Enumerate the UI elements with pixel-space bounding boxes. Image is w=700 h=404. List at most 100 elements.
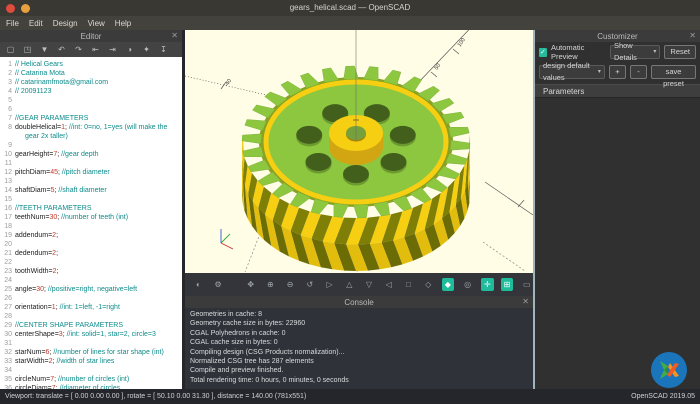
view-left-icon[interactable]: ◁	[382, 278, 395, 291]
view-right-icon[interactable]: ▷	[323, 278, 336, 291]
console-line: Compiling design (CSG Products normaliza…	[190, 348, 528, 357]
editor-panel-header[interactable]: Editor ✕	[0, 30, 182, 42]
show-scale-markers-icon[interactable]: ⊞	[501, 278, 514, 291]
code-line: 21dedendum=2;	[0, 249, 182, 258]
line-number: 18	[0, 222, 15, 231]
view-front-icon[interactable]: □	[402, 278, 415, 291]
svg-text:100: 100	[457, 37, 467, 48]
unindent-icon[interactable]: ⇤	[89, 44, 102, 56]
console-line: CGAL Polyhedrons in cache: 0	[190, 329, 528, 338]
view-diagonal-icon[interactable]: ◆	[442, 278, 455, 291]
export-stl-icon[interactable]: ↧	[157, 44, 170, 56]
menu-edit[interactable]: Edit	[29, 19, 43, 28]
automatic-preview-checkbox[interactable]: ✓	[539, 48, 547, 57]
viewport-toolbar: ◐ ⚙ ✥ ⊕ ⊖ ↺ ▷ △ ▽ ◁ □ ◇ ◆ ◎ ✛ ⊞ ▭	[185, 273, 533, 296]
render-icon[interactable]: ✦	[140, 44, 153, 56]
line-number: 29	[0, 321, 15, 330]
code-editor[interactable]: 1// Helical Gears2// Catarina Mota3// ca…	[0, 57, 182, 389]
code-line: 28	[0, 312, 182, 321]
render-icon[interactable]: ⚙	[212, 278, 225, 291]
line-number: 4	[0, 87, 15, 96]
line-number: 23	[0, 267, 15, 276]
chevron-down-icon: ▾	[598, 66, 601, 78]
line-number: 22	[0, 258, 15, 267]
indent-icon[interactable]: ⇥	[106, 44, 119, 56]
preview-icon[interactable]: ◐	[192, 278, 205, 291]
editor-panel: Editor ✕ ▢ ◳ ▼ ↶ ↷ ⇤ ⇥ ◑ ✦ ↧ 1// Helical Gears2//…	[0, 30, 185, 389]
open-file-icon[interactable]: ◳	[21, 44, 34, 56]
details-dropdown[interactable]: Show Details ▾	[610, 45, 660, 59]
line-number: 35	[0, 375, 15, 384]
line-number: 7	[0, 114, 15, 123]
line-number: 15	[0, 195, 15, 204]
code-line: 4// 20091123	[0, 87, 182, 96]
code-line: 13	[0, 177, 182, 186]
line-number: 20	[0, 240, 15, 249]
menu-file[interactable]: File	[6, 19, 19, 28]
new-file-icon[interactable]: ▢	[4, 44, 17, 56]
code-line: 7//GEAR PARAMETERS	[0, 114, 182, 123]
save-icon[interactable]: ▼	[38, 44, 51, 56]
editor-toolbar: ▢ ◳ ▼ ↶ ↷ ⇤ ⇥ ◑ ✦ ↧	[0, 42, 182, 57]
menu-help[interactable]: Help	[115, 19, 131, 28]
zoom-in-icon[interactable]: ⊕	[264, 278, 277, 291]
preset-dropdown[interactable]: design default values ▾	[539, 65, 605, 79]
customizer-panel-header[interactable]: Customizer ✕	[535, 30, 700, 42]
line-number: 3	[0, 78, 15, 87]
save-preset-button[interactable]: save preset	[651, 65, 696, 79]
code-line: 29//CENTER SHAPE PARAMETERS	[0, 321, 182, 330]
line-number: 11	[0, 159, 15, 168]
code-line: 1// Helical Gears	[0, 60, 182, 69]
code-line: 17teethNum=30; //number of teeth (int)	[0, 213, 182, 222]
add-preset-button[interactable]: +	[609, 65, 626, 79]
menu-design[interactable]: Design	[53, 19, 78, 28]
viewport-3d[interactable]: -4050100	[185, 30, 533, 273]
console-panel-header[interactable]: Console ✕	[185, 296, 533, 308]
chevron-down-icon: ▾	[653, 46, 656, 58]
svg-text:50: 50	[434, 63, 442, 71]
code-line: 24	[0, 276, 182, 285]
menu-bar: File Edit Design View Help	[0, 16, 700, 30]
remove-preset-button[interactable]: -	[630, 65, 647, 79]
customizer-close-icon[interactable]: ✕	[689, 30, 696, 42]
line-number: 1	[0, 60, 15, 69]
reset-view-icon[interactable]: ↺	[303, 278, 316, 291]
code-line: 8doubleHelical=1; //int: 0=no, 1=yes (wi…	[0, 123, 182, 141]
line-number: 33	[0, 357, 15, 366]
customizer-panel: Customizer ✕ ✓ Automatic Preview Show De…	[535, 30, 700, 389]
customizer-panel-title: Customizer	[597, 32, 637, 41]
reset-button[interactable]: Reset	[664, 45, 696, 59]
view-top-icon[interactable]: △	[343, 278, 356, 291]
line-number: 19	[0, 231, 15, 240]
console-close-icon[interactable]: ✕	[522, 296, 529, 308]
orthogonal-view-icon[interactable]: ▭	[520, 278, 533, 291]
console-line: Normalized CSG tree has 287 elements	[190, 357, 528, 366]
redo-icon[interactable]: ↷	[72, 44, 85, 56]
line-number: 17	[0, 213, 15, 222]
view-back-icon[interactable]: ◇	[422, 278, 435, 291]
code-line: 32starNum=6; //number of lines for star …	[0, 348, 182, 357]
view-bottom-icon[interactable]: ▽	[363, 278, 376, 291]
preview-icon[interactable]: ◑	[123, 44, 136, 56]
menu-view[interactable]: View	[88, 19, 105, 28]
view-center-icon[interactable]: ◎	[461, 278, 474, 291]
line-number: 5	[0, 96, 15, 105]
line-number: 16	[0, 204, 15, 213]
editor-close-icon[interactable]: ✕	[171, 30, 178, 42]
viewport-status-text: Viewport: translate = [ 0.00 0.00 0.00 ]…	[5, 393, 306, 400]
console-line: Geometry cache size in bytes: 22960	[190, 319, 528, 328]
view-all-icon[interactable]: ✥	[244, 278, 257, 291]
code-line: 5	[0, 96, 182, 105]
zoom-out-icon[interactable]: ⊖	[284, 278, 297, 291]
code-line: 18	[0, 222, 182, 231]
line-number: 6	[0, 105, 15, 114]
line-number: 31	[0, 339, 15, 348]
code-line: 3// catarinamfmota@gmail.com	[0, 78, 182, 87]
line-number: 8	[0, 123, 15, 141]
undo-icon[interactable]: ↶	[55, 44, 68, 56]
show-axes-icon[interactable]: ✛	[481, 278, 494, 291]
code-line: 27orientation=1; //int: 1=left, -1=right	[0, 303, 182, 312]
version-text: OpenSCAD 2019.05	[631, 393, 695, 400]
console-panel: Console ✕ Geometries in cache: 8Geometry…	[185, 296, 533, 389]
line-number: 21	[0, 249, 15, 258]
